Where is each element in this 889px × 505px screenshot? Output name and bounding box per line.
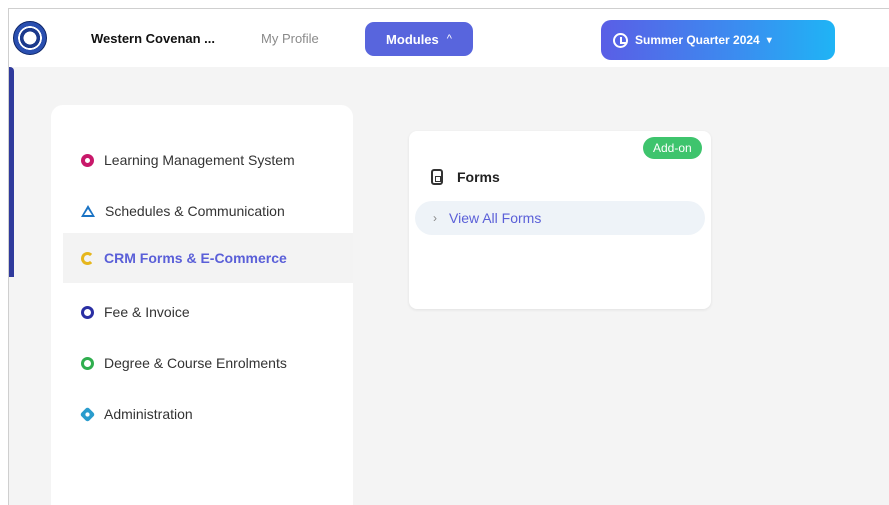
lms-icon	[81, 153, 94, 167]
module-item-crm[interactable]: CRM Forms & E-Commerce	[63, 233, 353, 283]
app-frame: Western Covenan ... My Profile Modules ^…	[8, 8, 889, 505]
module-item-label: CRM Forms & E-Commerce	[104, 250, 287, 266]
view-all-forms-link[interactable]: › View All Forms	[415, 201, 705, 235]
quarter-selector-button[interactable]: Summer Quarter 2024 ▾	[601, 20, 835, 60]
module-item-label: Fee & Invoice	[104, 304, 190, 320]
circle-icon	[81, 305, 94, 319]
view-all-forms-label: View All Forms	[449, 210, 542, 226]
chevron-up-icon: ^	[446, 33, 452, 45]
institution-logo-icon[interactable]	[13, 21, 47, 55]
module-item-degree[interactable]: Degree & Course Enrolments	[63, 338, 353, 388]
modules-button[interactable]: Modules ^	[365, 22, 473, 56]
crm-icon	[81, 251, 94, 265]
addon-badge: Add-on	[643, 137, 702, 159]
forms-heading: Forms	[431, 169, 500, 185]
submenu-card: Add-on Forms › View All Forms	[409, 131, 711, 309]
sidebar-accent-bar	[9, 67, 14, 277]
forms-title: Forms	[457, 169, 500, 185]
circle-icon	[81, 356, 94, 370]
chevron-down-icon: ▾	[766, 34, 772, 46]
module-item-label: Schedules & Communication	[105, 203, 285, 219]
top-navigation-bar: Western Covenan ... My Profile Modules ^…	[9, 9, 889, 67]
module-item-fee[interactable]: Fee & Invoice	[63, 287, 353, 337]
module-item-lms[interactable]: Learning Management System	[63, 135, 353, 185]
quarter-label: Summer Quarter 2024	[635, 33, 760, 47]
module-item-label: Learning Management System	[104, 152, 295, 168]
gear-icon	[79, 406, 96, 422]
module-item-label: Administration	[104, 406, 193, 422]
modules-menu: Learning Management System Schedules & C…	[51, 105, 353, 505]
clock-icon	[613, 32, 628, 48]
module-item-schedules[interactable]: Schedules & Communication	[63, 186, 353, 236]
triangle-icon	[81, 205, 95, 217]
modules-label: Modules	[386, 31, 439, 47]
my-profile-link[interactable]: My Profile	[261, 31, 319, 46]
module-item-administration[interactable]: Administration	[63, 389, 353, 439]
chevron-right-icon: ›	[433, 211, 437, 225]
school-name[interactable]: Western Covenan ...	[91, 31, 215, 46]
document-icon	[431, 169, 443, 185]
module-item-label: Degree & Course Enrolments	[104, 355, 287, 371]
